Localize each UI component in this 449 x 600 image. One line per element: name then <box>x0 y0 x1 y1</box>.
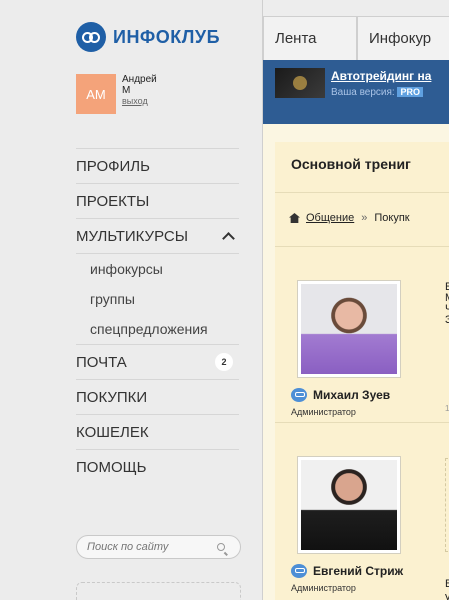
nav-item-projects[interactable]: ПРОЕКТЫ <box>76 183 239 218</box>
nav-item-profile[interactable]: ПРОФИЛЬ <box>76 148 239 183</box>
search-input[interactable] <box>87 541 217 553</box>
nav-item-help[interactable]: ПОМОЩЬ <box>76 449 239 484</box>
breadcrumb: Общение » Покупк <box>289 212 410 224</box>
sidebar: ИНФОКЛУБ AM Андрей М выход ПРОФИЛЬ ПРОЕК… <box>0 0 262 600</box>
user-block: AM Андрей М выход <box>76 74 157 114</box>
chevron-up-icon[interactable] <box>222 231 235 245</box>
author-name[interactable]: Евгений Стриж <box>313 564 403 578</box>
nav-item-multicourses[interactable]: МУЛЬТИКУРСЫ <box>76 218 239 253</box>
author-role: Администратор <box>291 407 356 417</box>
author-photo[interactable] <box>297 456 401 554</box>
nav-item-label: ПОЧТА <box>76 353 127 371</box>
home-icon[interactable] <box>289 213 300 223</box>
nav-item-label: ПОМОЩЬ <box>76 458 147 476</box>
sidebar-widget-placeholder <box>76 582 241 600</box>
breadcrumb-separator: » <box>361 212 368 224</box>
logo[interactable]: ИНФОКЛУБ <box>76 22 220 52</box>
nav-item-purchases[interactable]: ПОКУПКИ <box>76 379 239 414</box>
nav-item-label: КОШЕЛЕК <box>76 423 149 441</box>
post-attachment-placeholder <box>445 458 449 552</box>
avatar[interactable]: AM <box>76 74 116 114</box>
user-last-name: М <box>122 85 131 96</box>
divider <box>275 246 449 247</box>
course-thumbnail[interactable] <box>275 68 325 98</box>
divider <box>275 192 449 193</box>
course-title-link[interactable]: Автотрейдинг на <box>331 69 431 83</box>
post-text: В у <box>445 578 449 600</box>
content-area: Основной трениг Общение » Покупк Михаил … <box>263 124 449 600</box>
nav-item-mail[interactable]: ПОЧТА 2 <box>76 344 239 379</box>
author: Евгений Стриж <box>291 564 403 578</box>
owl-logo-icon <box>76 22 106 52</box>
author-photo-image <box>301 284 397 374</box>
post-text-line: З <box>445 315 449 326</box>
user-info: Андрей М выход <box>122 74 157 114</box>
forum-panel: Основной трениг Общение » Покупк Михаил … <box>275 142 449 600</box>
breadcrumb-item-purchases[interactable]: Покупк <box>374 212 409 224</box>
post-text-line: у <box>445 591 449 600</box>
author: Михаил Зуев <box>291 388 390 402</box>
author-photo-image <box>301 460 397 550</box>
author-role: Администратор <box>291 583 356 593</box>
owl-badge-icon <box>291 564 307 578</box>
nav-sub-infocourses[interactable]: инфокурсы <box>76 254 239 284</box>
author-photo[interactable] <box>297 280 401 378</box>
author-name[interactable]: Михаил Зуев <box>313 388 390 402</box>
site-search <box>76 535 241 559</box>
course-banner: Автотрейдинг на Ваша версия: PRO <box>263 60 449 124</box>
search-icon[interactable] <box>217 543 225 551</box>
panel-title: Основной трениг <box>291 156 411 172</box>
version-badge: PRO <box>397 87 423 97</box>
owl-badge-icon <box>291 388 307 402</box>
mail-count-badge: 2 <box>215 353 233 371</box>
tab-feed[interactable]: Лента <box>263 16 357 60</box>
main-area: Лента Инфокур Автотрейдинг на Ваша верси… <box>262 0 449 600</box>
nav-sub-groups[interactable]: группы <box>76 284 239 314</box>
breadcrumb-item-communication[interactable]: Общение <box>306 212 354 224</box>
logo-text: ИНФОКЛУБ <box>113 26 221 47</box>
nav-item-label: ПРОЕКТЫ <box>76 192 150 210</box>
top-tabs-bar: Лента Инфокур <box>263 0 449 60</box>
version-label: Ваша версия: <box>331 87 395 98</box>
nav-sub-special-offers[interactable]: спецпредложения <box>76 314 239 344</box>
logout-link[interactable]: выход <box>122 96 157 107</box>
sidebar-nav: ПРОФИЛЬ ПРОЕКТЫ МУЛЬТИКУРСЫ инфокурсы гр… <box>76 148 239 484</box>
nav-item-label: МУЛЬТИКУРСЫ <box>76 227 189 245</box>
nav-item-label: ПОКУПКИ <box>76 388 148 406</box>
nav-item-wallet[interactable]: КОШЕЛЕК <box>76 414 239 449</box>
nav-item-label: ПРОФИЛЬ <box>76 157 150 175</box>
post-text: Е М Ч З <box>445 282 449 326</box>
tab-infocourses[interactable]: Инфокур <box>357 16 449 60</box>
course-version: Ваша версия: PRO <box>331 87 423 98</box>
post-text-line: В <box>445 578 449 591</box>
user-first-name: Андрей <box>122 74 157 85</box>
post-meta: 1 <box>445 404 449 413</box>
divider <box>275 422 449 423</box>
